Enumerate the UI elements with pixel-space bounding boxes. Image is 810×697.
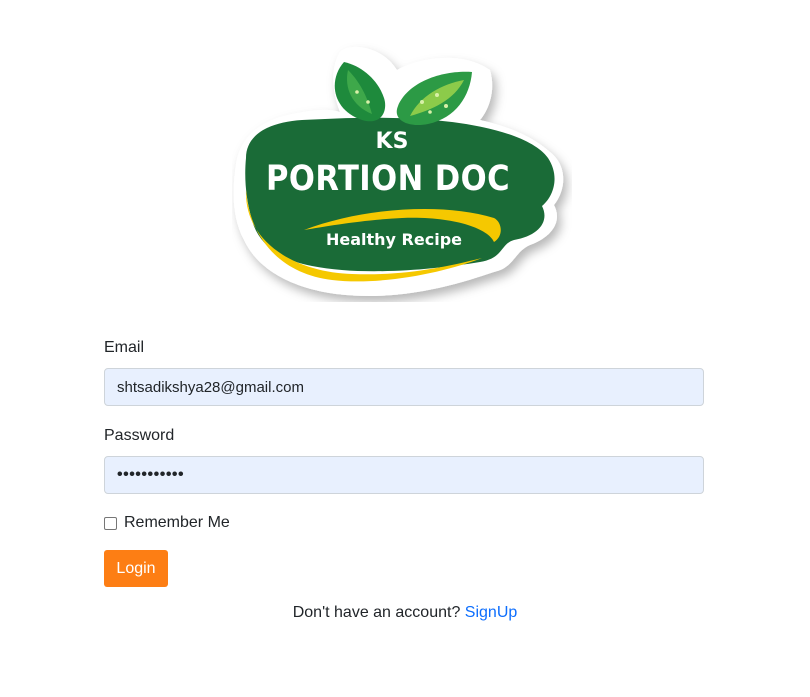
email-value: shtsadikshya28@gmail.com [117,378,304,396]
password-label: Password [104,427,175,444]
email-input[interactable]: shtsadikshya28@gmail.com [104,368,704,406]
logo-graphic: KS PORTION DOC Healthy Recipe [233,46,564,296]
portion-doc-logo: KS PORTION DOC Healthy Recipe [232,40,572,302]
password-input[interactable]: ••••••••••• [104,456,704,494]
remember-me-row: Remember Me [104,514,704,532]
signup-prompt: Don't have an account? SignUp [0,604,810,622]
login-button[interactable]: Login [104,550,168,587]
login-page: KS PORTION DOC Healthy Recipe Email shts… [0,0,810,697]
logo-subtitle-text: Healthy Recipe [326,230,462,249]
signup-prompt-text: Don't have an account? [292,604,461,621]
login-form: Email shtsadikshya28@gmail.com Password … [104,338,704,587]
password-mask: ••••••••••• [117,466,185,483]
remember-me-checkbox[interactable] [104,516,117,530]
email-label: Email [104,339,145,356]
logo-ks-text: KS [376,129,409,154]
signup-link[interactable]: SignUp [465,604,517,621]
logo-title-text: PORTION DOC [266,159,510,199]
remember-me-label: Remember Me [124,514,230,531]
